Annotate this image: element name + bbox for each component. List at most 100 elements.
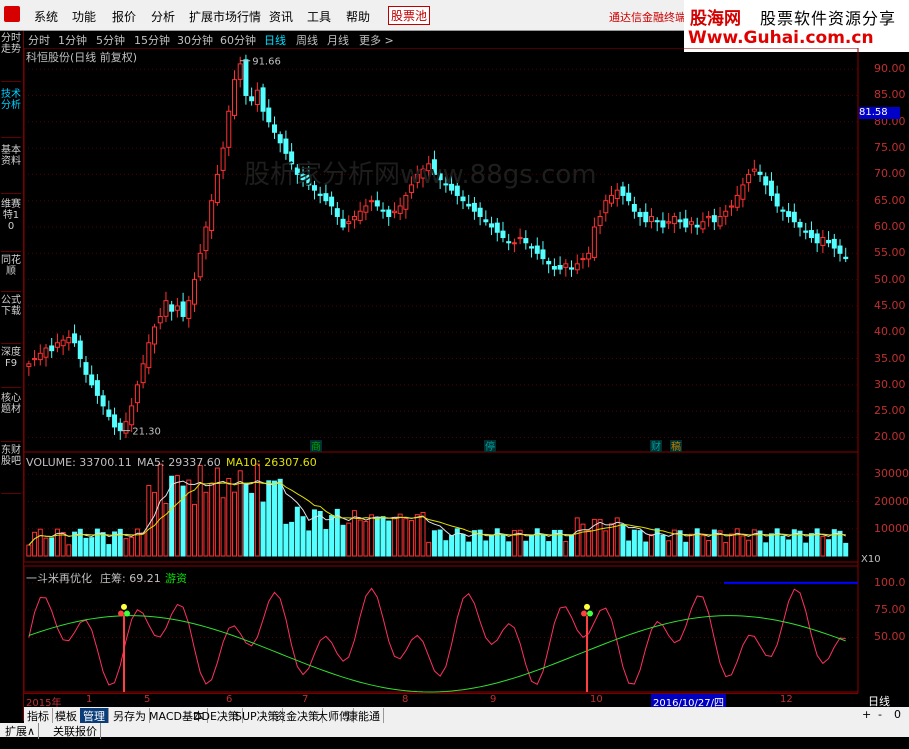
candle-body bbox=[751, 168, 757, 172]
side-tab-tonghuashun[interactable]: 同花顺 bbox=[1, 255, 21, 292]
candle-body bbox=[140, 363, 146, 384]
period-30min[interactable]: 30分钟 bbox=[177, 32, 213, 48]
period-daily[interactable]: 日线 bbox=[264, 32, 286, 48]
brand-name: 股海网 bbox=[690, 9, 741, 29]
candle-body bbox=[746, 173, 752, 184]
volume-bar bbox=[380, 516, 386, 557]
candle-body bbox=[717, 215, 723, 227]
reset-button[interactable]: 0 bbox=[894, 708, 901, 721]
volume-bar bbox=[843, 542, 849, 557]
event-marker: 稿 bbox=[671, 440, 681, 453]
candle-body bbox=[786, 211, 792, 217]
brand-slogan: 股票软件资源分享 bbox=[760, 9, 897, 28]
menu-help[interactable]: 帮助 bbox=[346, 8, 370, 25]
volume-bar bbox=[300, 516, 306, 557]
menu-analysis[interactable]: 分析 bbox=[151, 8, 175, 25]
candle-body bbox=[831, 238, 837, 249]
date-tick-label: 9 bbox=[490, 694, 497, 705]
candle-body bbox=[614, 189, 620, 200]
volume-bar bbox=[37, 528, 43, 557]
brand-banner: 股海网 股票软件资源分享 Www.Guhai.com.cn bbox=[684, 0, 909, 52]
candle-body bbox=[271, 124, 277, 133]
volume-bar bbox=[420, 512, 426, 557]
volume-bar bbox=[460, 533, 466, 557]
side-tab-weisaite[interactable]: 维赛特10 bbox=[1, 199, 21, 252]
volume-bar bbox=[614, 517, 620, 557]
period-more[interactable]: 更多 > bbox=[359, 32, 394, 48]
expand-toggle[interactable]: 扩展∧ bbox=[2, 723, 40, 739]
volume-bar bbox=[146, 485, 152, 557]
period-1min[interactable]: 1分钟 bbox=[58, 32, 87, 48]
period-weekly[interactable]: 周线 bbox=[296, 32, 318, 48]
candle-body bbox=[134, 384, 140, 404]
bottom-tab[interactable]: 模板 bbox=[52, 708, 81, 724]
zoom-in-button[interactable]: + bbox=[862, 708, 871, 721]
volume-bar bbox=[540, 534, 546, 557]
bottom-tab[interactable]: 另存为 bbox=[110, 708, 150, 724]
volume-bar bbox=[723, 542, 729, 557]
side-tab-core-themes[interactable]: 核心题材 bbox=[1, 393, 21, 442]
volume-bar bbox=[283, 523, 289, 557]
signal-dot bbox=[124, 610, 130, 617]
side-tab-intraday[interactable]: 分时走势 bbox=[1, 33, 21, 82]
candle-body bbox=[534, 245, 540, 254]
menu-system[interactable]: 系统 bbox=[34, 8, 58, 25]
volume-bar bbox=[489, 534, 495, 557]
volume-bar bbox=[203, 491, 209, 557]
kline-chart[interactable]: 91.66 21.30 股析家分析网www.88gs.com 商 停 财稿 bbox=[24, 48, 909, 693]
candle-body bbox=[700, 221, 706, 230]
volume-bar bbox=[580, 523, 586, 557]
candle-body bbox=[803, 230, 809, 233]
indicator-zhuang: 庄筹: 69.21 bbox=[100, 572, 161, 585]
candle-body bbox=[471, 202, 477, 212]
candle-body bbox=[232, 79, 237, 116]
volume-bar bbox=[317, 510, 323, 557]
app-logo-icon[interactable] bbox=[4, 6, 20, 22]
side-tab-formula-download[interactable]: 公式下载 bbox=[1, 295, 21, 344]
menu-function[interactable]: 功能 bbox=[72, 8, 96, 25]
related-quotes[interactable]: 关联报价 bbox=[50, 723, 101, 739]
menu-stock-pool[interactable]: 股票池 bbox=[388, 6, 431, 25]
bottom-toolbar: 指标 模板 管理 另存为 MACD基本 DDE决策 SUP决策 资金决策 大师傅 康能通 bbox=[24, 707, 909, 724]
menu-tools[interactable]: 工具 bbox=[307, 8, 331, 25]
candle-body bbox=[660, 220, 666, 228]
side-tab-fundamentals[interactable]: 基本资料 bbox=[1, 145, 21, 194]
candle-body bbox=[529, 246, 535, 249]
volume-bar bbox=[620, 523, 626, 557]
indicator-green-line bbox=[28, 615, 846, 693]
zoom-out-button[interactable]: - bbox=[878, 708, 882, 721]
side-tab-depth-f9[interactable]: 深度F9 bbox=[1, 347, 21, 388]
candle-body bbox=[129, 405, 135, 426]
bottom-tab[interactable]: 康能通 bbox=[344, 708, 384, 724]
volume-label: VOLUME: 33700.11 bbox=[26, 456, 132, 469]
side-tab-technical[interactable]: 技术分析 bbox=[1, 89, 21, 138]
date-axis: 2015年 1 5 6 7 8 9 10 2016/10/27/四 12 bbox=[24, 693, 858, 709]
period-intraday[interactable]: 分时 bbox=[28, 32, 50, 48]
candle-body bbox=[569, 267, 575, 270]
period-5min[interactable]: 5分钟 bbox=[96, 32, 125, 48]
candle-body bbox=[329, 196, 335, 207]
bottom-tab[interactable]: 管理 bbox=[80, 708, 109, 724]
menu-quote[interactable]: 报价 bbox=[112, 8, 136, 25]
candle-body bbox=[683, 218, 689, 228]
volume-bar bbox=[89, 537, 95, 557]
menu-extended-market[interactable]: 扩展市场行情 bbox=[189, 8, 261, 25]
candle-body bbox=[43, 347, 49, 358]
period-15min[interactable]: 15分钟 bbox=[134, 32, 170, 48]
candle-body bbox=[723, 210, 729, 217]
bottom-tab[interactable]: 指标 bbox=[24, 708, 53, 724]
side-tab-eastmoney-forum[interactable]: 东财股吧 bbox=[1, 445, 21, 494]
candle-body bbox=[843, 256, 849, 260]
period-bar: 分时 1分钟 5分钟 15分钟 30分钟 60分钟 日线 周线 月线 更多 > bbox=[24, 31, 684, 47]
candle-body bbox=[694, 224, 700, 228]
period-monthly[interactable]: 月线 bbox=[327, 32, 349, 48]
period-60min[interactable]: 60分钟 bbox=[220, 32, 256, 48]
volume-bar bbox=[397, 513, 403, 557]
candle-body bbox=[774, 193, 780, 207]
menu-news[interactable]: 资讯 bbox=[269, 8, 293, 25]
broker-link[interactable]: 通达信金融终端 bbox=[609, 9, 686, 25]
candle-body bbox=[711, 215, 717, 223]
volume-bar bbox=[32, 531, 38, 557]
candle-body bbox=[37, 352, 43, 361]
indicator-tick-label: 75.00 bbox=[874, 603, 906, 617]
